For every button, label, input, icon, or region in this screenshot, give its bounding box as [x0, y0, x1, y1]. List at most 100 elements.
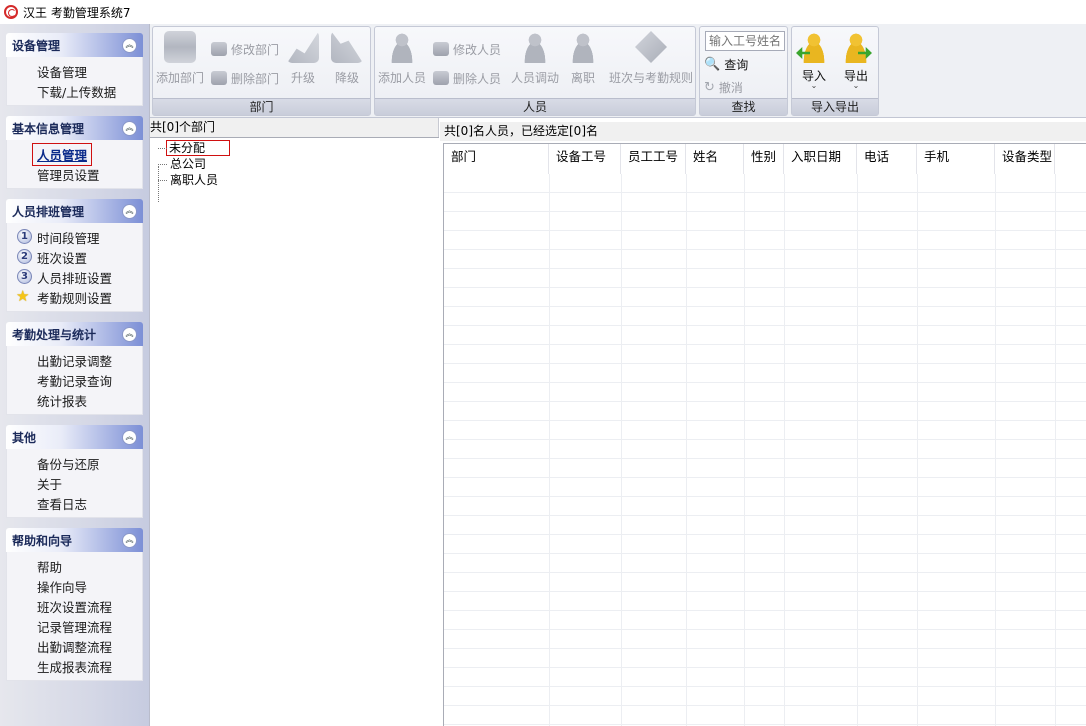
query-button[interactable]: 🔍 查询 — [704, 54, 748, 74]
department-pane: 共[0]个部门 未分配 总公司 离职人员 — [150, 118, 439, 726]
chevron-up-icon[interactable]: ︽ — [122, 326, 137, 342]
table-rows — [444, 174, 1086, 726]
column-header[interactable]: 入职日期 — [784, 144, 857, 174]
sidebar-item-label: 考勤记录查询 — [37, 373, 113, 389]
group-header[interactable]: 其他 ︽ — [6, 425, 143, 449]
edit-icon — [211, 42, 227, 56]
sidebar-item-label: 时间段管理 — [37, 230, 100, 246]
chevron-up-icon[interactable]: ︽ — [122, 203, 137, 219]
sidebar-item-record-flow[interactable]: 记录管理流程 — [7, 616, 142, 636]
group-header[interactable]: 设备管理 ︽ — [6, 33, 143, 57]
column-header[interactable]: 电话 — [857, 144, 917, 174]
import-icon — [798, 31, 830, 63]
group-title: 考勤处理与统计 — [12, 327, 97, 342]
sidebar-item-wizard[interactable]: 操作向导 — [7, 576, 142, 596]
button-label: 修改人员 — [453, 42, 502, 57]
delete-person-button[interactable]: 删除人员 — [433, 68, 501, 88]
sidebar-item-label: 下载/上传数据 — [37, 84, 117, 100]
toolbar-group-search: 🔍 查询 ↻ 撤消 查找 — [699, 26, 788, 116]
group-header[interactable]: 考勤处理与统计 ︽ — [6, 322, 143, 346]
toolbar: 添加部门 修改部门 删除部门 升级 降级 部门 添加人员 修改人员 删除人员 人… — [150, 24, 1086, 118]
title-bar: 汉王 考勤管理系统7 — [0, 0, 1086, 24]
chevron-up-icon[interactable]: ︽ — [122, 37, 137, 53]
person-leave-icon — [567, 31, 599, 63]
group-label: 查找 — [700, 98, 787, 115]
button-label: 查询 — [724, 57, 749, 72]
toolbar-group-import-export: 导入 ⌄ 导出 ⌄ 导入导出 — [791, 26, 879, 116]
sidebar-item-label: 备份与还原 — [37, 456, 100, 472]
edit-person-icon — [433, 42, 449, 56]
add-person-button[interactable]: 添加人员 — [375, 29, 429, 95]
sidebar-item-label: 出勤调整流程 — [37, 639, 113, 655]
sidebar-item-staff-scheduling[interactable]: 3 人员排班设置 — [7, 267, 142, 287]
button-label: 降级 — [334, 71, 359, 85]
button-label: 删除部门 — [231, 71, 280, 86]
group-label: 人员 — [375, 98, 695, 115]
sidebar-item-time-period[interactable]: 1 时间段管理 — [7, 227, 142, 247]
sidebar-item-record-query[interactable]: 考勤记录查询 — [7, 370, 142, 390]
sidebar-item-device-management[interactable]: 设备管理 — [7, 61, 142, 81]
cancel-search-button[interactable]: ↻ 撤消 — [704, 77, 743, 97]
group-body: 1 时间段管理 2 班次设置 3 人员排班设置 ★ 考勤规则设置 — [6, 223, 143, 312]
sidebar-item-download-upload[interactable]: 下载/上传数据 — [7, 81, 142, 101]
sidebar-item-label: 考勤规则设置 — [37, 290, 113, 306]
add-department-button[interactable]: 添加部门 — [153, 29, 207, 95]
chevron-up-icon[interactable]: ︽ — [122, 532, 137, 548]
sidebar-group-other: 其他 ︽ 备份与还原 关于 查看日志 — [6, 425, 143, 518]
group-body: 备份与还原 关于 查看日志 — [6, 449, 143, 518]
sidebar-item-label: 查看日志 — [37, 496, 88, 512]
sidebar-group-processing: 考勤处理与统计 ︽ 出勤记录调整 考勤记录查询 统计报表 — [6, 322, 143, 415]
import-button[interactable]: 导入 ⌄ — [794, 29, 834, 95]
sidebar-item-view-log[interactable]: 查看日志 — [7, 493, 142, 513]
edit-person-button[interactable]: 修改人员 — [433, 39, 501, 59]
sidebar-item-help[interactable]: 帮助 — [7, 556, 142, 576]
personnel-table[interactable]: 部门 设备工号 员工工号 姓名 性别 入职日期 电话 手机 设备类型 — [443, 143, 1086, 726]
column-header[interactable]: 设备工号 — [549, 144, 621, 174]
group-header[interactable]: 人员排班管理 ︽ — [6, 199, 143, 223]
sidebar-item-shift-settings[interactable]: 2 班次设置 — [7, 247, 142, 267]
sidebar-item-label: 人员排班设置 — [37, 270, 113, 286]
chevron-up-icon[interactable]: ︽ — [122, 120, 137, 136]
column-header[interactable]: 性别 — [744, 144, 784, 174]
chevron-up-icon[interactable]: ︽ — [122, 429, 137, 445]
button-label: 修改部门 — [231, 42, 280, 57]
sidebar-item-attendance-adjust[interactable]: 出勤记录调整 — [7, 350, 142, 370]
column-header[interactable]: 设备类型 — [995, 144, 1055, 174]
sidebar-item-admin-settings[interactable]: 管理员设置 — [7, 164, 142, 184]
sidebar-item-report-flow[interactable]: 生成报表流程 — [7, 656, 142, 676]
sidebar-item-about[interactable]: 关于 — [7, 473, 142, 493]
column-header[interactable]: 手机 — [917, 144, 995, 174]
edit-department-button[interactable]: 修改部门 — [211, 39, 279, 59]
step-3-icon: 3 — [17, 269, 32, 284]
shift-rules-button[interactable]: 班次与考勤规则 — [607, 29, 695, 95]
sidebar-item-backup-restore[interactable]: 备份与还原 — [7, 453, 142, 473]
table-header: 部门 设备工号 员工工号 姓名 性别 入职日期 电话 手机 设备类型 — [444, 144, 1086, 174]
tree-item-departed[interactable]: 离职人员 — [158, 172, 218, 188]
group-header[interactable]: 基本信息管理 ︽ — [6, 116, 143, 140]
downgrade-button[interactable]: 降级 — [325, 29, 369, 95]
group-body: 出勤记录调整 考勤记录查询 统计报表 — [6, 346, 143, 415]
sidebar-item-personnel-management[interactable]: 人员管理 — [7, 142, 142, 166]
leave-button[interactable]: 离职 — [563, 29, 603, 95]
sidebar-item-label: 生成报表流程 — [37, 659, 113, 675]
export-button[interactable]: 导出 ⌄ — [836, 29, 876, 95]
person-add-icon — [386, 31, 418, 63]
column-header[interactable]: 部门 — [444, 144, 549, 174]
transfer-person-button[interactable]: 人员调动 — [508, 29, 562, 95]
delete-department-button[interactable]: 删除部门 — [211, 68, 279, 88]
sidebar-group-help: 帮助和向导 ︽ 帮助 操作向导 班次设置流程 记录管理流程 出勤调整流程 生成报… — [6, 528, 143, 681]
group-title: 其他 — [12, 430, 37, 445]
sidebar-item-reports[interactable]: 统计报表 — [7, 390, 142, 410]
upgrade-button[interactable]: 升级 — [281, 29, 325, 95]
search-input[interactable] — [705, 31, 785, 51]
sidebar-item-shift-flow[interactable]: 班次设置流程 — [7, 596, 142, 616]
column-header[interactable]: 姓名 — [686, 144, 744, 174]
group-header[interactable]: 帮助和向导 ︽ — [6, 528, 143, 552]
sidebar-item-adjust-flow[interactable]: 出勤调整流程 — [7, 636, 142, 656]
button-label: 添加部门 — [155, 71, 204, 85]
sidebar-item-attendance-rules[interactable]: ★ 考勤规则设置 — [7, 287, 142, 307]
column-header[interactable]: 员工工号 — [621, 144, 686, 174]
tree-item-head-office[interactable]: 总公司 — [158, 156, 206, 172]
tree-item-label: 总公司 — [170, 157, 207, 171]
tree-item-unassigned[interactable]: 未分配 — [158, 140, 231, 156]
